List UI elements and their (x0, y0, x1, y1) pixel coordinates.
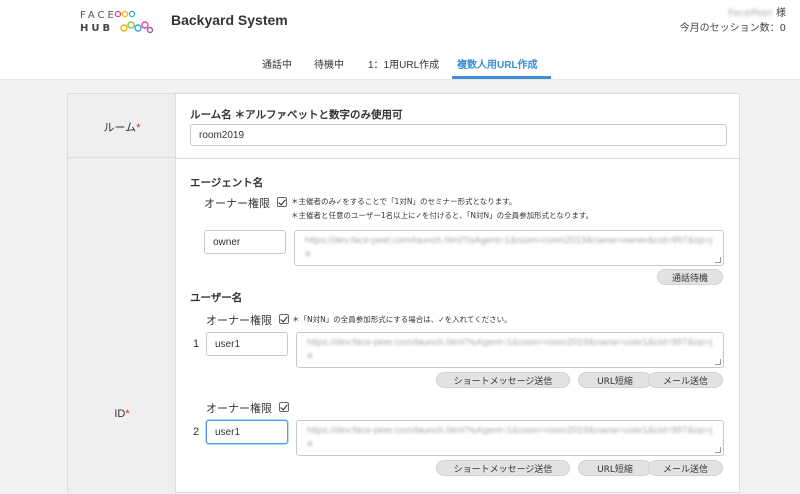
user-name: FacePeer (728, 8, 773, 19)
user2-owner-checkbox[interactable] (279, 402, 289, 412)
room-label-cell: ルーム* (68, 94, 176, 158)
logo-text-hub: HUB (80, 23, 114, 34)
user1-owner-label: オーナー権限 (206, 315, 272, 327)
agent-owner-note-2: ＊主催者と任意のユーザー1名以上に✓を付けると、「N対N」の全員参加形式となりま… (291, 211, 594, 220)
logo-text-face: FACE (80, 10, 117, 21)
user-info: FacePeer 様 今月のセッション数：0 (680, 6, 786, 36)
resize-handle-icon[interactable] (715, 359, 721, 365)
room-row-label: ルーム* (68, 119, 176, 135)
user2-url-textarea[interactable]: https://dev.face-peer.com/launch.html?is… (296, 420, 724, 456)
user1-shorten-url-button[interactable]: URL短縮 (578, 372, 652, 388)
agent-url-textarea[interactable]: https://dev.face-peer.com/launch.html?is… (294, 230, 724, 266)
url-form-panel: ルーム* ID* ルーム名 ＊アルファベットと数字のみ使用可 room2019 … (67, 93, 741, 494)
logo-rings-icon (120, 21, 154, 34)
tab-multi-user-url[interactable]: 複数人用URL作成 (457, 56, 538, 71)
row-divider (176, 158, 741, 159)
user2-sms-button[interactable]: ショートメッセージ送信 (436, 460, 570, 476)
logo-rings-top-icon (114, 10, 136, 18)
agent-section-title: エージェント名 (190, 177, 264, 189)
user-owner-note: ＊「N対N」の全員参加形式にする場合は、✓を入れてください。 (292, 315, 512, 324)
app-header: FACE HUB Backyard System FacePeer 様 今月のセ… (0, 0, 800, 44)
agent-owner-label: オーナー権限 (204, 198, 270, 210)
room-label-text: ルーム (103, 122, 137, 134)
user2-owner-label: オーナー権限 (206, 403, 272, 415)
wait-call-button[interactable]: 通話待機 (657, 269, 723, 285)
tab-waiting[interactable]: 待機中 (314, 56, 344, 71)
user1-owner-checkbox[interactable] (279, 314, 289, 324)
id-row-label: ID* (68, 408, 176, 420)
agent-owner-checkbox[interactable] (277, 197, 287, 207)
id-required-mark: * (125, 408, 130, 420)
room-name-input[interactable]: room2019 (190, 124, 727, 146)
user2-url-text: https://dev.face-peer.com/launch.html?is… (307, 425, 713, 449)
id-label-text: ID (114, 408, 126, 420)
agent-owner-note-1: ＊主催者のみ✓をすることで「1対N」のセミナー形式となります。 (291, 197, 517, 206)
main-tabs: 通話中 待機中 1：1用URL作成 複数人用URL作成 (0, 44, 800, 80)
user2-number: 2 (193, 426, 200, 438)
user1-email-button[interactable]: メール送信 (648, 372, 723, 388)
user1-sms-button[interactable]: ショートメッセージ送信 (436, 372, 570, 388)
agent-name-input[interactable]: owner (204, 230, 286, 254)
app-title: Backyard System (171, 12, 288, 28)
active-tab-indicator (452, 76, 551, 79)
user1-number: 1 (193, 338, 200, 350)
user2-email-button[interactable]: メール送信 (648, 460, 723, 476)
resize-handle-icon[interactable] (715, 257, 721, 263)
id-label-cell: ID* (68, 158, 176, 494)
user1-url-textarea[interactable]: https://dev.face-peer.com/launch.html?is… (296, 332, 724, 368)
resize-handle-icon[interactable] (715, 447, 721, 453)
session-count: 今月のセッション数：0 (679, 23, 786, 34)
room-field-title: ルーム名 ＊アルファベットと数字のみ使用可 (190, 109, 403, 121)
room-required-mark: * (136, 122, 141, 134)
user-honorific: 様 (772, 8, 786, 19)
user-section-title: ユーザー名 (190, 292, 243, 304)
tab-one-to-one-url[interactable]: 1：1用URL作成 (368, 56, 439, 71)
user1-url-text: https://dev.face-peer.com/launch.html?is… (307, 337, 713, 361)
user2-shorten-url-button[interactable]: URL短縮 (578, 460, 652, 476)
facehub-logo[interactable]: FACE HUB (80, 8, 154, 36)
user1-name-input[interactable]: user1 (206, 332, 288, 356)
tab-in-call[interactable]: 通話中 (262, 56, 292, 71)
agent-url-text: https://dev.face-peer.com/launch.html?is… (305, 235, 713, 259)
user2-name-input[interactable]: user1 (206, 420, 288, 444)
